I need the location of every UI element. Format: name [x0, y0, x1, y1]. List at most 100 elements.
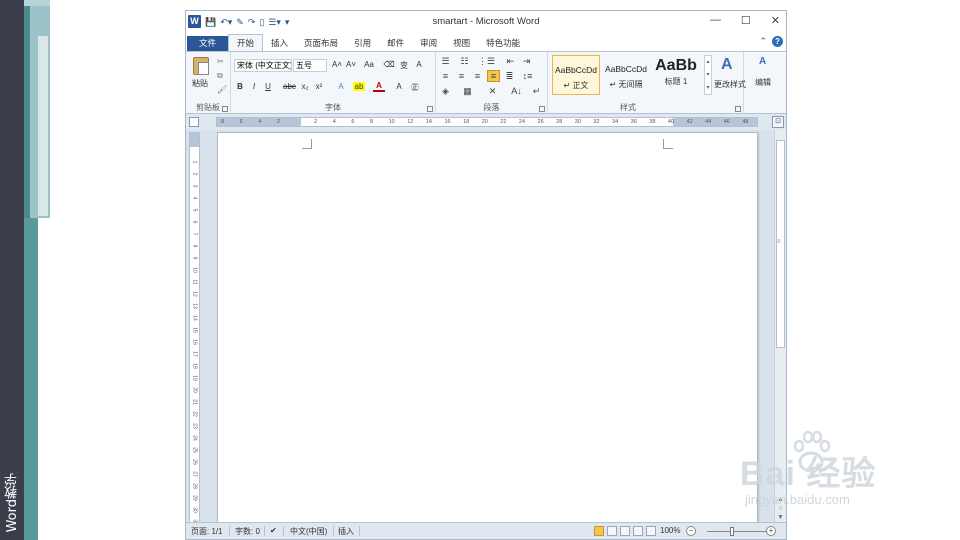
dialog-launcher-icon[interactable]	[539, 106, 545, 112]
tab-special-features[interactable]: 特色功能	[478, 36, 528, 51]
tab-home[interactable]: 开始	[228, 34, 264, 51]
font-color-icon[interactable]: A	[373, 82, 385, 92]
show-marks-icon[interactable]: ↵	[530, 86, 543, 97]
grow-font-icon[interactable]: A˄	[331, 60, 343, 69]
highlight-icon[interactable]: ab	[353, 82, 365, 91]
draft-view-icon[interactable]	[646, 526, 656, 536]
print-layout-view-icon[interactable]	[594, 526, 604, 536]
text-effects-icon[interactable]: A	[335, 82, 347, 91]
zoom-slider[interactable]	[707, 531, 772, 532]
multilevel-list-icon[interactable]: ⋮☰	[478, 56, 495, 67]
view-ruler-icon[interactable]: ⊡	[772, 116, 784, 128]
ruler-tick: 48	[742, 119, 749, 125]
dialog-launcher-icon[interactable]	[427, 106, 433, 112]
align-right-icon[interactable]: ≡	[471, 71, 484, 81]
align-left-icon[interactable]: ≡	[439, 71, 452, 81]
strikethrough-icon[interactable]: abc	[283, 82, 296, 91]
decor-bar	[38, 36, 48, 216]
distributed-icon[interactable]: ≣	[503, 71, 516, 82]
increase-indent-icon[interactable]: ⇥	[520, 56, 533, 67]
word-count[interactable]: 字数: 0	[235, 526, 260, 537]
zoom-level[interactable]: 100%	[660, 526, 680, 535]
decrease-indent-icon[interactable]: ⇤	[504, 56, 517, 67]
ruler-tick: 34	[612, 119, 619, 125]
font-size-select[interactable]: 五号	[293, 59, 327, 72]
dialog-launcher-icon[interactable]	[735, 106, 741, 112]
page-count[interactable]: 页面: 1/1	[191, 526, 223, 537]
minimize-icon[interactable]: —	[710, 14, 721, 27]
ruler-tick: 30	[574, 119, 581, 125]
tab-review[interactable]: 审阅	[412, 36, 445, 51]
ruler-tick: 6	[351, 119, 355, 125]
sort-icon[interactable]: A↓	[510, 86, 523, 96]
tab-page-layout[interactable]: 页面布局	[296, 36, 346, 51]
char-border-icon[interactable]: A	[413, 60, 425, 69]
zoom-in-icon[interactable]: +	[766, 526, 776, 536]
paste-button-label[interactable]: 粘贴	[192, 78, 208, 89]
tab-references[interactable]: 引用	[346, 36, 379, 51]
numbering-icon[interactable]: ☷	[458, 56, 471, 67]
justify-icon[interactable]: ≡	[487, 70, 500, 82]
font-name-select[interactable]: 宋体 (中文正文)	[234, 59, 292, 72]
collapse-ribbon-icon[interactable]: ⌃	[759, 36, 767, 47]
cut-icon[interactable]: ✂	[217, 57, 224, 66]
format-painter-icon[interactable]: 🖌	[217, 85, 227, 94]
enclose-char-icon[interactable]: ㊣	[409, 82, 421, 93]
tab-file[interactable]: 文件	[187, 36, 229, 51]
dialog-launcher-icon[interactable]	[222, 106, 228, 112]
zoom-out-icon[interactable]: −	[686, 526, 696, 536]
ruler-tick: 15	[191, 327, 198, 333]
ruler-tick: 44	[705, 119, 712, 125]
tab-selector-icon[interactable]	[189, 117, 199, 127]
insert-mode-status[interactable]: 插入	[338, 526, 354, 537]
chinese-layout-icon[interactable]: ✕	[486, 86, 499, 97]
editing-button[interactable]: 编辑	[755, 77, 771, 88]
copy-icon[interactable]: ⧉	[217, 71, 223, 81]
change-styles-icon[interactable]: A	[721, 56, 733, 74]
italic-icon[interactable]: I	[248, 82, 260, 91]
find-icon[interactable]: A	[759, 56, 766, 67]
horizontal-ruler[interactable]: 8 6 4 2 2 4 6 8 10 12 14 16 18 20 22 24 26 28 30 32 34 36 38 40…	[216, 117, 758, 127]
web-layout-view-icon[interactable]	[620, 526, 630, 536]
bullets-icon[interactable]: ☰	[439, 56, 452, 67]
ruler-tick: 8	[221, 119, 225, 125]
help-icon[interactable]: ?	[772, 36, 783, 47]
style-heading-1[interactable]: AaBb 标题 1	[652, 55, 700, 95]
change-case-icon[interactable]: Aa	[363, 60, 375, 69]
style-name: 标题 1	[664, 77, 688, 86]
ruler-tick: 11	[191, 279, 198, 285]
outline-view-icon[interactable]	[633, 526, 643, 536]
style-no-spacing[interactable]: AaBbCcDd ↵ 无间隔	[602, 55, 650, 95]
zoom-slider-thumb[interactable]	[730, 527, 734, 536]
ruler-tick: 1	[191, 160, 198, 164]
bold-icon[interactable]: B	[234, 82, 246, 91]
tab-mailings[interactable]: 邮件	[379, 36, 412, 51]
tab-view[interactable]: 视图	[445, 36, 478, 51]
shrink-font-icon[interactable]: A˅	[345, 60, 357, 69]
phonetic-guide-icon[interactable]: 变	[398, 60, 410, 71]
change-styles-button[interactable]: 更改样式	[714, 79, 746, 90]
ruler-tick: 10	[191, 267, 198, 273]
superscript-icon[interactable]: x²	[313, 82, 325, 91]
char-shading-icon[interactable]: A	[393, 82, 405, 91]
clear-format-icon[interactable]: ⌫	[383, 60, 395, 69]
borders-icon[interactable]: ▦	[461, 86, 474, 97]
vertical-ruler[interactable]: 1 2 3 4 5 6 7 8 9 10 11 12 13 14 15 16 17 18 19 20 21 22 23 24 2…	[189, 132, 200, 526]
tab-insert[interactable]: 插入	[263, 36, 296, 51]
paste-icon[interactable]	[193, 57, 209, 75]
underline-icon[interactable]: U	[262, 82, 274, 91]
language-status[interactable]: 中文(中国)	[290, 526, 327, 537]
shading-icon[interactable]: ◈	[439, 86, 452, 97]
align-center-icon[interactable]: ≡	[455, 71, 468, 81]
ruler-tick: 2	[314, 119, 318, 125]
group-paragraph: ☰ ☷ ⋮☰ ⇤ ⇥ ≡ ≡ ≡ ≡ ≣ ↕≡ ◈ ▦ ✕ A↓ ↵ 段落	[436, 52, 548, 114]
styles-gallery-scroll[interactable]: ▴ ▾ ▾	[704, 55, 712, 95]
style-normal[interactable]: AaBbCcDd ↵ 正文	[552, 55, 600, 95]
proofing-icon[interactable]: ✔	[270, 526, 277, 535]
document-page[interactable]	[217, 132, 758, 526]
line-spacing-icon[interactable]: ↕≡	[521, 71, 534, 81]
close-icon[interactable]: ✕	[771, 14, 780, 27]
maximize-icon[interactable]: ☐	[741, 14, 751, 27]
full-screen-reading-view-icon[interactable]	[607, 526, 617, 536]
subscript-icon[interactable]: x₂	[299, 82, 311, 91]
